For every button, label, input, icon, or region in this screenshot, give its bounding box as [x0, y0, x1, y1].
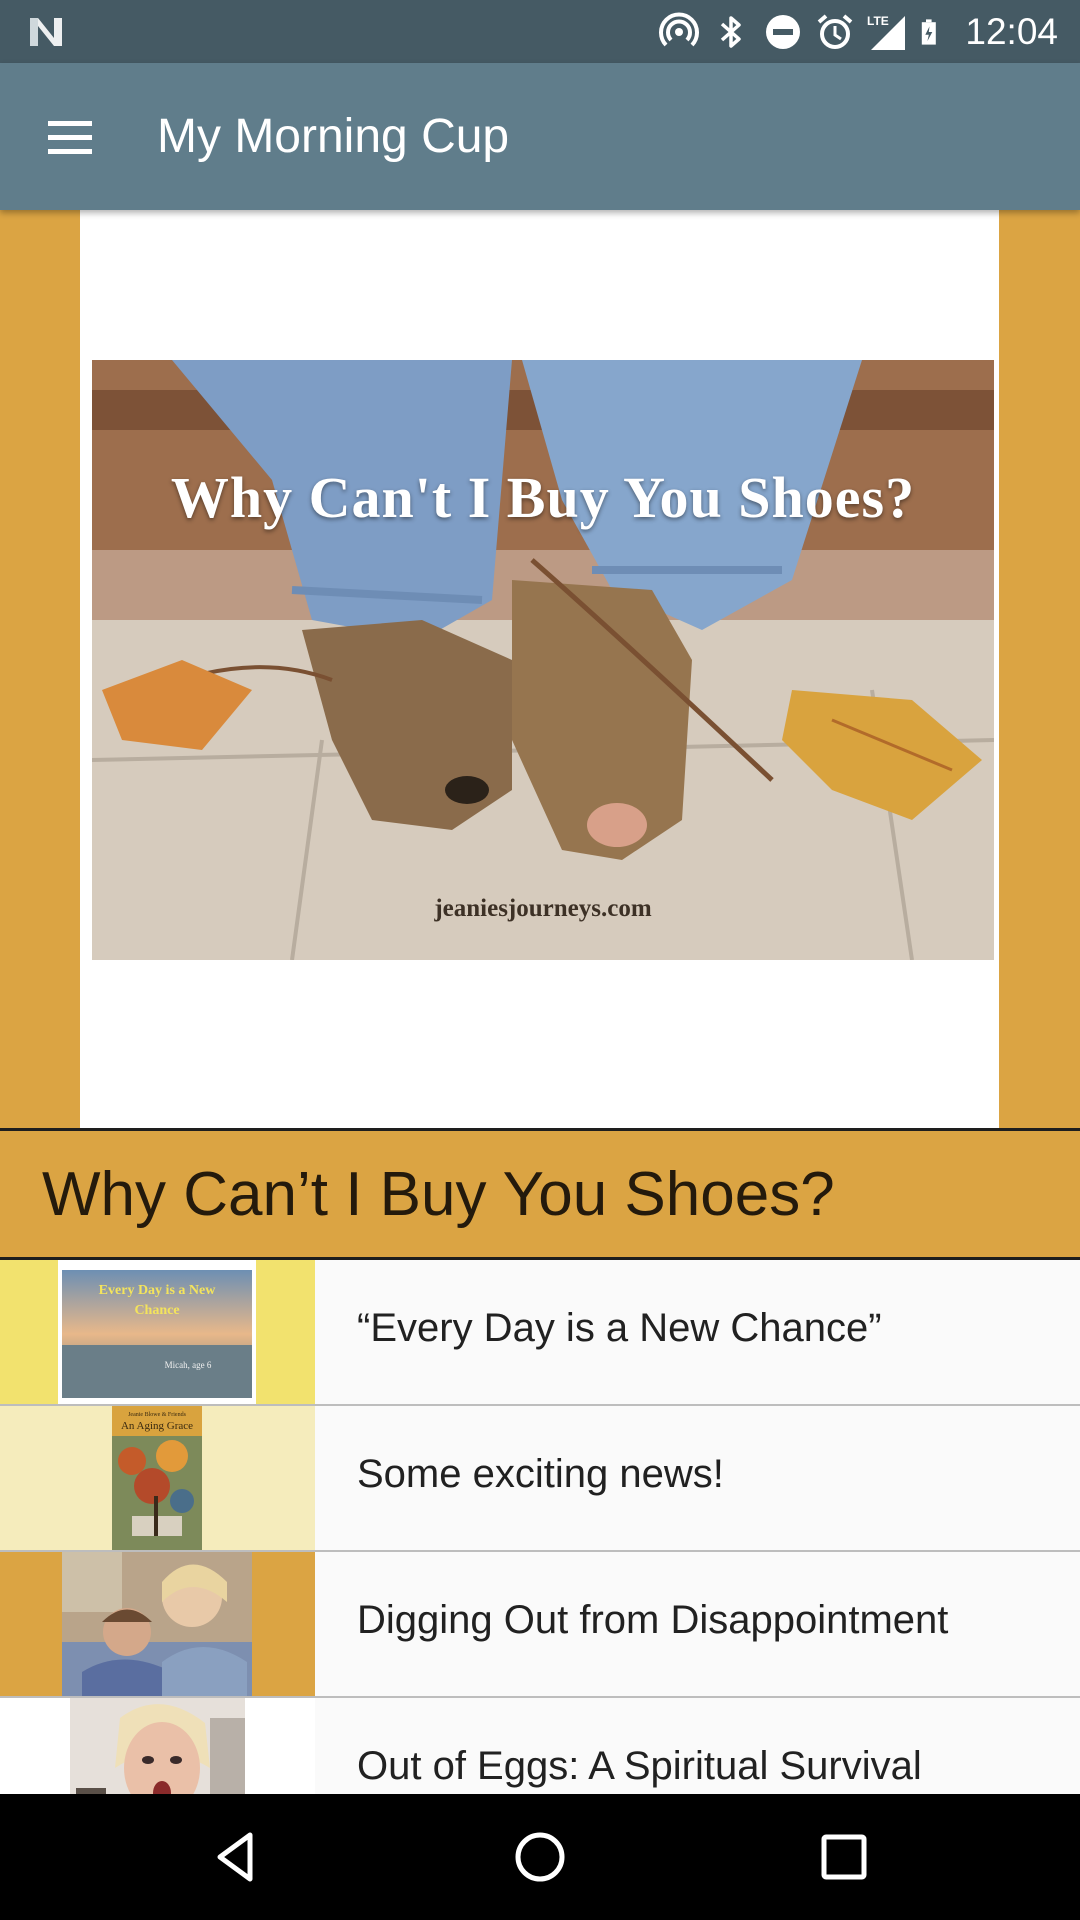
recents-icon[interactable] [814, 1827, 874, 1887]
post-thumbnail: Jeanie Blowe & Friends An Aging Grace [112, 1406, 202, 1550]
post-thumbnail [62, 1552, 252, 1696]
hotspot-icon [659, 12, 700, 46]
post-thumb-background [0, 1552, 315, 1696]
svg-text:An Aging Grace: An Aging Grace [121, 1420, 193, 1432]
navigation-bar [0, 1794, 1080, 1920]
do-not-disturb-icon [766, 14, 801, 49]
post-thumb-background: Every Day is a New Chance Micah, age 6 [0, 1260, 315, 1404]
post-title: Digging Out from Disappointment [357, 1598, 949, 1642]
list-item[interactable]: Every Day is a New Chance Micah, age 6 “… [0, 1260, 1080, 1406]
featured-post-bar[interactable]: Why Can’t I Buy You Shoes? [0, 1128, 1080, 1260]
hero-image-title: Why Can't I Buy You Shoes? [170, 465, 916, 530]
list-item[interactable]: Jeanie Blowe & Friends An Aging Grace So… [0, 1406, 1080, 1552]
featured-post-title: Why Can’t I Buy You Shoes? [42, 1160, 835, 1229]
post-title: “Every Day is a New Chance” [357, 1306, 882, 1350]
hamburger-menu-icon[interactable] [40, 107, 100, 167]
hero-card[interactable]: Why Can't I Buy You Shoes? jeaniesjourne… [80, 210, 999, 1129]
alarm-icon [818, 13, 853, 49]
hero-banner[interactable]: Why Can't I Buy You Shoes? jeaniesjourne… [0, 210, 1080, 1129]
n-logo-icon [30, 18, 62, 46]
back-icon[interactable] [206, 1827, 266, 1887]
status-bar: LTE 12:04 [0, 0, 1080, 63]
battery-icon [922, 18, 937, 45]
app-title: My Morning Cup [157, 110, 510, 163]
post-list: Every Day is a New Chance Micah, age 6 “… [0, 1260, 1080, 1844]
bluetooth-icon [721, 15, 742, 48]
status-time: 12:04 [965, 10, 1058, 52]
hero-image-caption: jeaniesjourneys.com [434, 895, 652, 922]
svg-text:Jeanie Blowe & Friends: Jeanie Blowe & Friends [128, 1412, 186, 1418]
list-item[interactable]: Digging Out from Disappointment [0, 1552, 1080, 1698]
post-title: Some exciting news! [357, 1452, 724, 1496]
svg-text:Every Day is a New: Every Day is a New [99, 1283, 217, 1298]
svg-text:Micah, age 6: Micah, age 6 [165, 1360, 212, 1370]
hero-image[interactable]: Why Can't I Buy You Shoes? jeaniesjourne… [92, 360, 994, 960]
svg-text:Chance: Chance [134, 1303, 179, 1318]
hero-photo [92, 360, 994, 960]
app-bar: My Morning Cup [0, 63, 1080, 210]
home-icon[interactable] [510, 1827, 570, 1887]
signal-icon: LTE [867, 14, 906, 50]
post-thumbnail: Every Day is a New Chance Micah, age 6 [58, 1260, 256, 1404]
post-thumb-background: Jeanie Blowe & Friends An Aging Grace [0, 1406, 315, 1550]
post-title: Out of Eggs: A Spiritual Survival [357, 1744, 922, 1788]
svg-text:LTE: LTE [867, 14, 889, 28]
